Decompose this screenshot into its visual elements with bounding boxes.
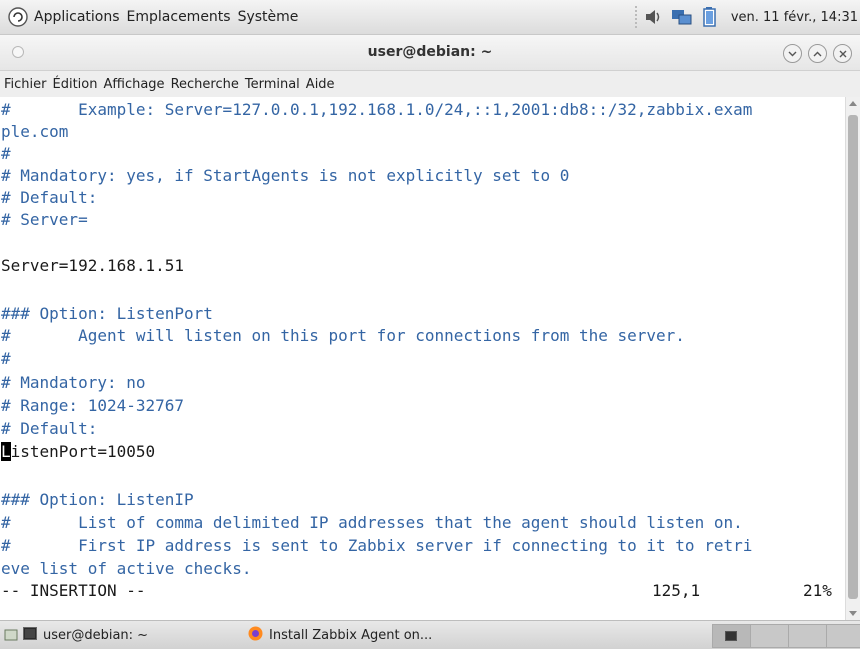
workspace-3[interactable] xyxy=(788,624,827,648)
taskbar-item-terminal[interactable]: user@debian: ~ xyxy=(19,624,245,646)
terminal-line: eve list of active checks. xyxy=(1,559,252,578)
minimize-button[interactable] xyxy=(783,44,802,63)
scroll-down-icon[interactable] xyxy=(849,611,857,616)
chevron-up-icon xyxy=(813,51,822,56)
menu-applications[interactable]: Applications xyxy=(34,9,120,25)
vim-status-mode: -- INSERTION -- xyxy=(1,581,146,600)
battery-icon[interactable] xyxy=(699,6,721,28)
terminal-line: # List of comma delimited IP addresses t… xyxy=(1,513,743,532)
window-controls xyxy=(783,44,852,63)
vim-status-percent: 21% xyxy=(803,581,832,600)
cursor-line-text: istenPort=10050 xyxy=(10,442,156,461)
close-icon xyxy=(839,50,846,57)
menu-view[interactable]: Affichage xyxy=(100,77,167,92)
menu-help[interactable]: Aide xyxy=(303,77,338,92)
terminal-line: ### Option: ListenPort xyxy=(1,304,213,323)
terminal-icon xyxy=(23,626,37,644)
terminal-line: # First IP address is sent to Zabbix ser… xyxy=(1,536,753,555)
terminal-content[interactable]: # Example: Server=127.0.0.1,192.168.1.0/… xyxy=(0,97,845,620)
firefox-icon xyxy=(248,626,263,645)
menu-search[interactable]: Recherche xyxy=(168,77,242,92)
terminal-menu-bar: Fichier Édition Affichage Recherche Term… xyxy=(0,71,860,97)
menu-terminal[interactable]: Terminal xyxy=(242,77,303,92)
terminal-line: ### Option: ListenIP xyxy=(1,490,194,509)
network-icon[interactable] xyxy=(671,6,693,28)
volume-icon[interactable] xyxy=(643,6,665,28)
close-button[interactable] xyxy=(833,44,852,63)
taskbar-item-firefox[interactable]: Install Zabbix Agent on... xyxy=(244,624,514,646)
window-title-bar[interactable]: user@debian: ~ xyxy=(0,35,860,71)
terminal-line: # Server= xyxy=(1,210,88,229)
window-title: user@debian: ~ xyxy=(367,44,493,60)
terminal-line: # Range: 1024-32767 xyxy=(1,396,185,415)
workspace-2[interactable] xyxy=(750,624,789,648)
scroll-up-icon[interactable] xyxy=(849,101,857,106)
menu-file[interactable]: Fichier xyxy=(0,77,50,92)
tray-separator xyxy=(634,6,637,28)
terminal-line: # xyxy=(1,144,11,163)
menu-system[interactable]: Système xyxy=(238,9,299,25)
top-panel: Applications Emplacements Système ven. 1… xyxy=(0,0,860,35)
taskbar-item-label: Install Zabbix Agent on... xyxy=(269,627,433,643)
terminal-line: # Agent will listen on this port for con… xyxy=(1,326,685,345)
terminal-line: # Default: xyxy=(1,188,98,207)
show-desktop-icon[interactable] xyxy=(4,627,18,646)
workspace-4[interactable] xyxy=(826,624,860,648)
clock[interactable]: ven. 11 févr., 14:31 xyxy=(731,10,858,25)
terminal-line: # Mandatory: no xyxy=(1,373,146,392)
applications-menu-bar: Applications Emplacements Système xyxy=(8,0,305,34)
taskbar-item-label: user@debian: ~ xyxy=(43,627,149,643)
terminal-line: # Default: xyxy=(1,419,98,438)
workspace-1[interactable] xyxy=(712,624,751,648)
menu-places[interactable]: Emplacements xyxy=(127,9,231,25)
terminal-line: ple.com xyxy=(1,122,69,141)
workspace-window-icon xyxy=(725,631,737,641)
terminal-line-cursor: ListenPort=10050 xyxy=(1,441,155,463)
system-tray: ven. 11 févr., 14:31 xyxy=(634,0,860,34)
vim-status-position: 125,1 xyxy=(652,581,701,600)
menu-edit[interactable]: Édition xyxy=(50,77,101,92)
text-cursor: L xyxy=(1,442,11,461)
terminal-line: # Example: Server=127.0.0.1,192.168.1.0/… xyxy=(1,100,753,119)
terminal-line: # xyxy=(1,349,11,368)
bottom-taskbar: user@debian: ~ Install Zabbix Agent on..… xyxy=(0,620,860,649)
scrollbar-thumb[interactable] xyxy=(848,115,858,599)
terminal-line: Server=192.168.1.51 xyxy=(1,256,185,275)
terminal-line: # Mandatory: yes, if StartAgents is not … xyxy=(1,166,570,185)
terminal-scrollbar[interactable] xyxy=(845,97,860,620)
debian-logo-icon[interactable] xyxy=(8,7,28,27)
maximize-button[interactable] xyxy=(808,44,827,63)
chevron-down-icon xyxy=(788,51,797,56)
